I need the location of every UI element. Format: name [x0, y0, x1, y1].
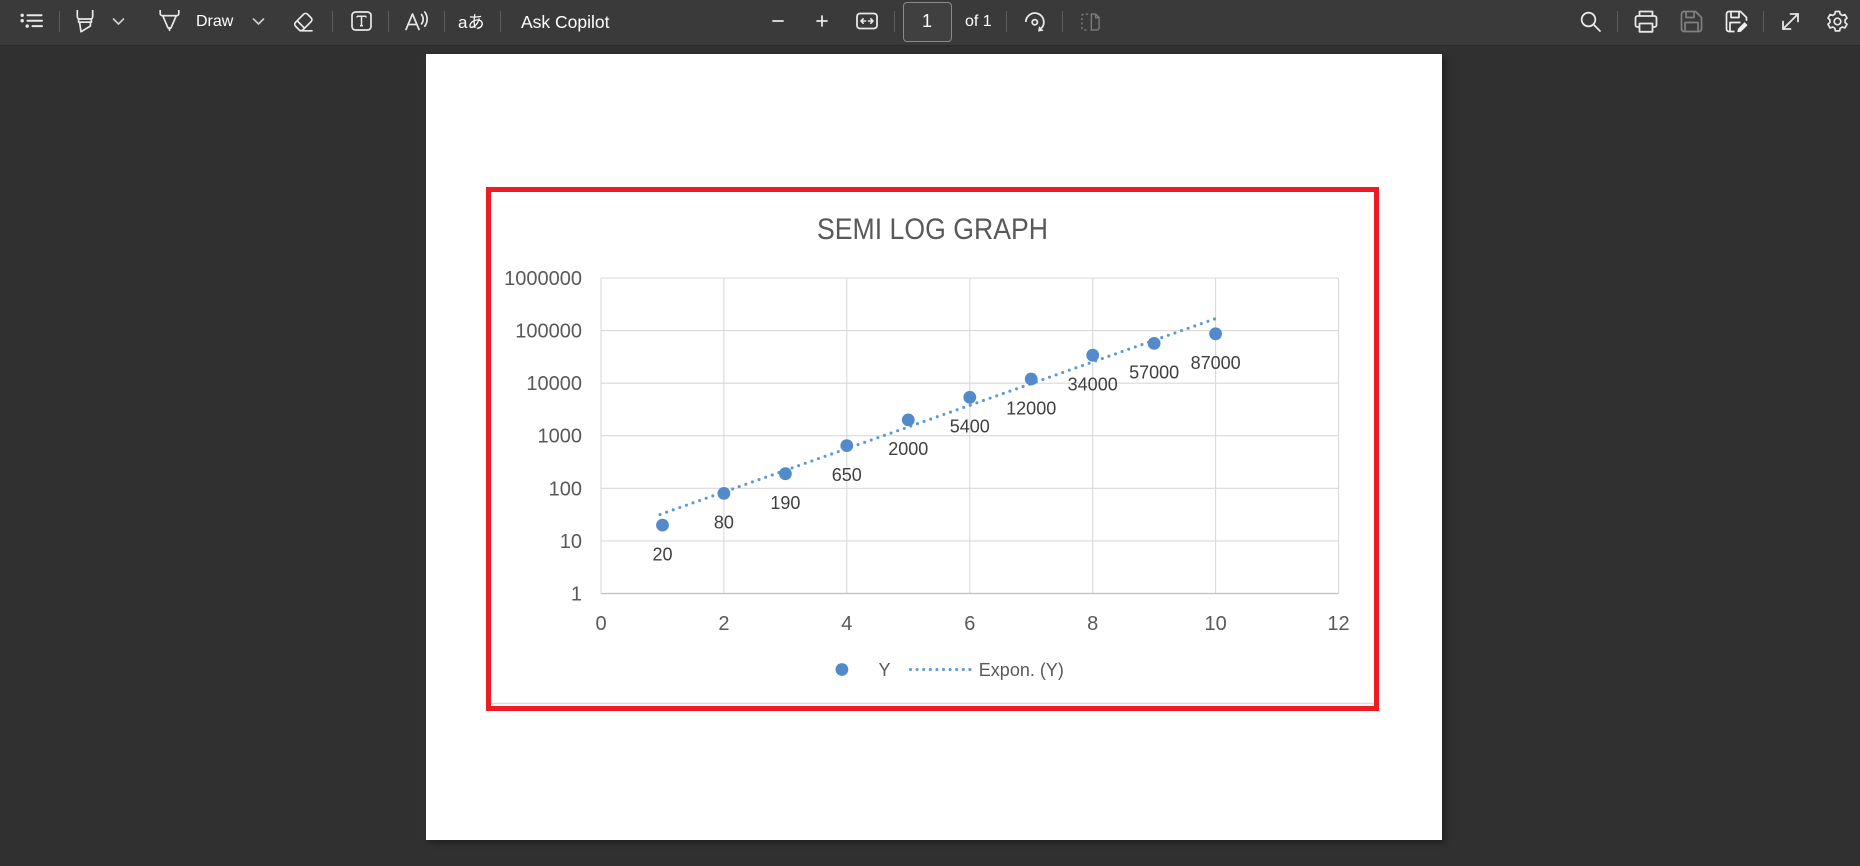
svg-text:100000: 100000	[515, 321, 582, 343]
svg-text:10: 10	[560, 531, 582, 553]
svg-text:1000: 1000	[538, 426, 583, 448]
svg-text:12000: 12000	[1006, 398, 1056, 418]
svg-text:Y: Y	[879, 660, 891, 680]
svg-text:4: 4	[841, 613, 852, 635]
svg-text:80: 80	[714, 513, 734, 533]
svg-text:10000: 10000	[526, 373, 582, 395]
svg-text:34000: 34000	[1068, 375, 1118, 395]
svg-text:2000: 2000	[888, 439, 928, 459]
svg-text:0: 0	[595, 613, 606, 635]
svg-text:2: 2	[718, 613, 729, 635]
svg-text:12: 12	[1327, 613, 1349, 635]
svg-text:650: 650	[832, 465, 862, 485]
svg-text:190: 190	[770, 493, 800, 513]
svg-text:6: 6	[964, 613, 975, 635]
svg-text:57000: 57000	[1129, 363, 1179, 383]
svg-text:Expon. (Y): Expon. (Y)	[979, 660, 1064, 680]
svg-text:87000: 87000	[1191, 353, 1241, 373]
svg-text:8: 8	[1087, 613, 1098, 635]
svg-text:SEMI LOG GRAPH: SEMI LOG GRAPH	[817, 213, 1048, 246]
svg-text:100: 100	[549, 478, 582, 500]
svg-text:20: 20	[652, 544, 672, 564]
svg-text:5400: 5400	[950, 417, 990, 437]
svg-text:1000000: 1000000	[504, 268, 582, 290]
svg-text:1: 1	[571, 584, 582, 606]
svg-text:10: 10	[1204, 613, 1226, 635]
